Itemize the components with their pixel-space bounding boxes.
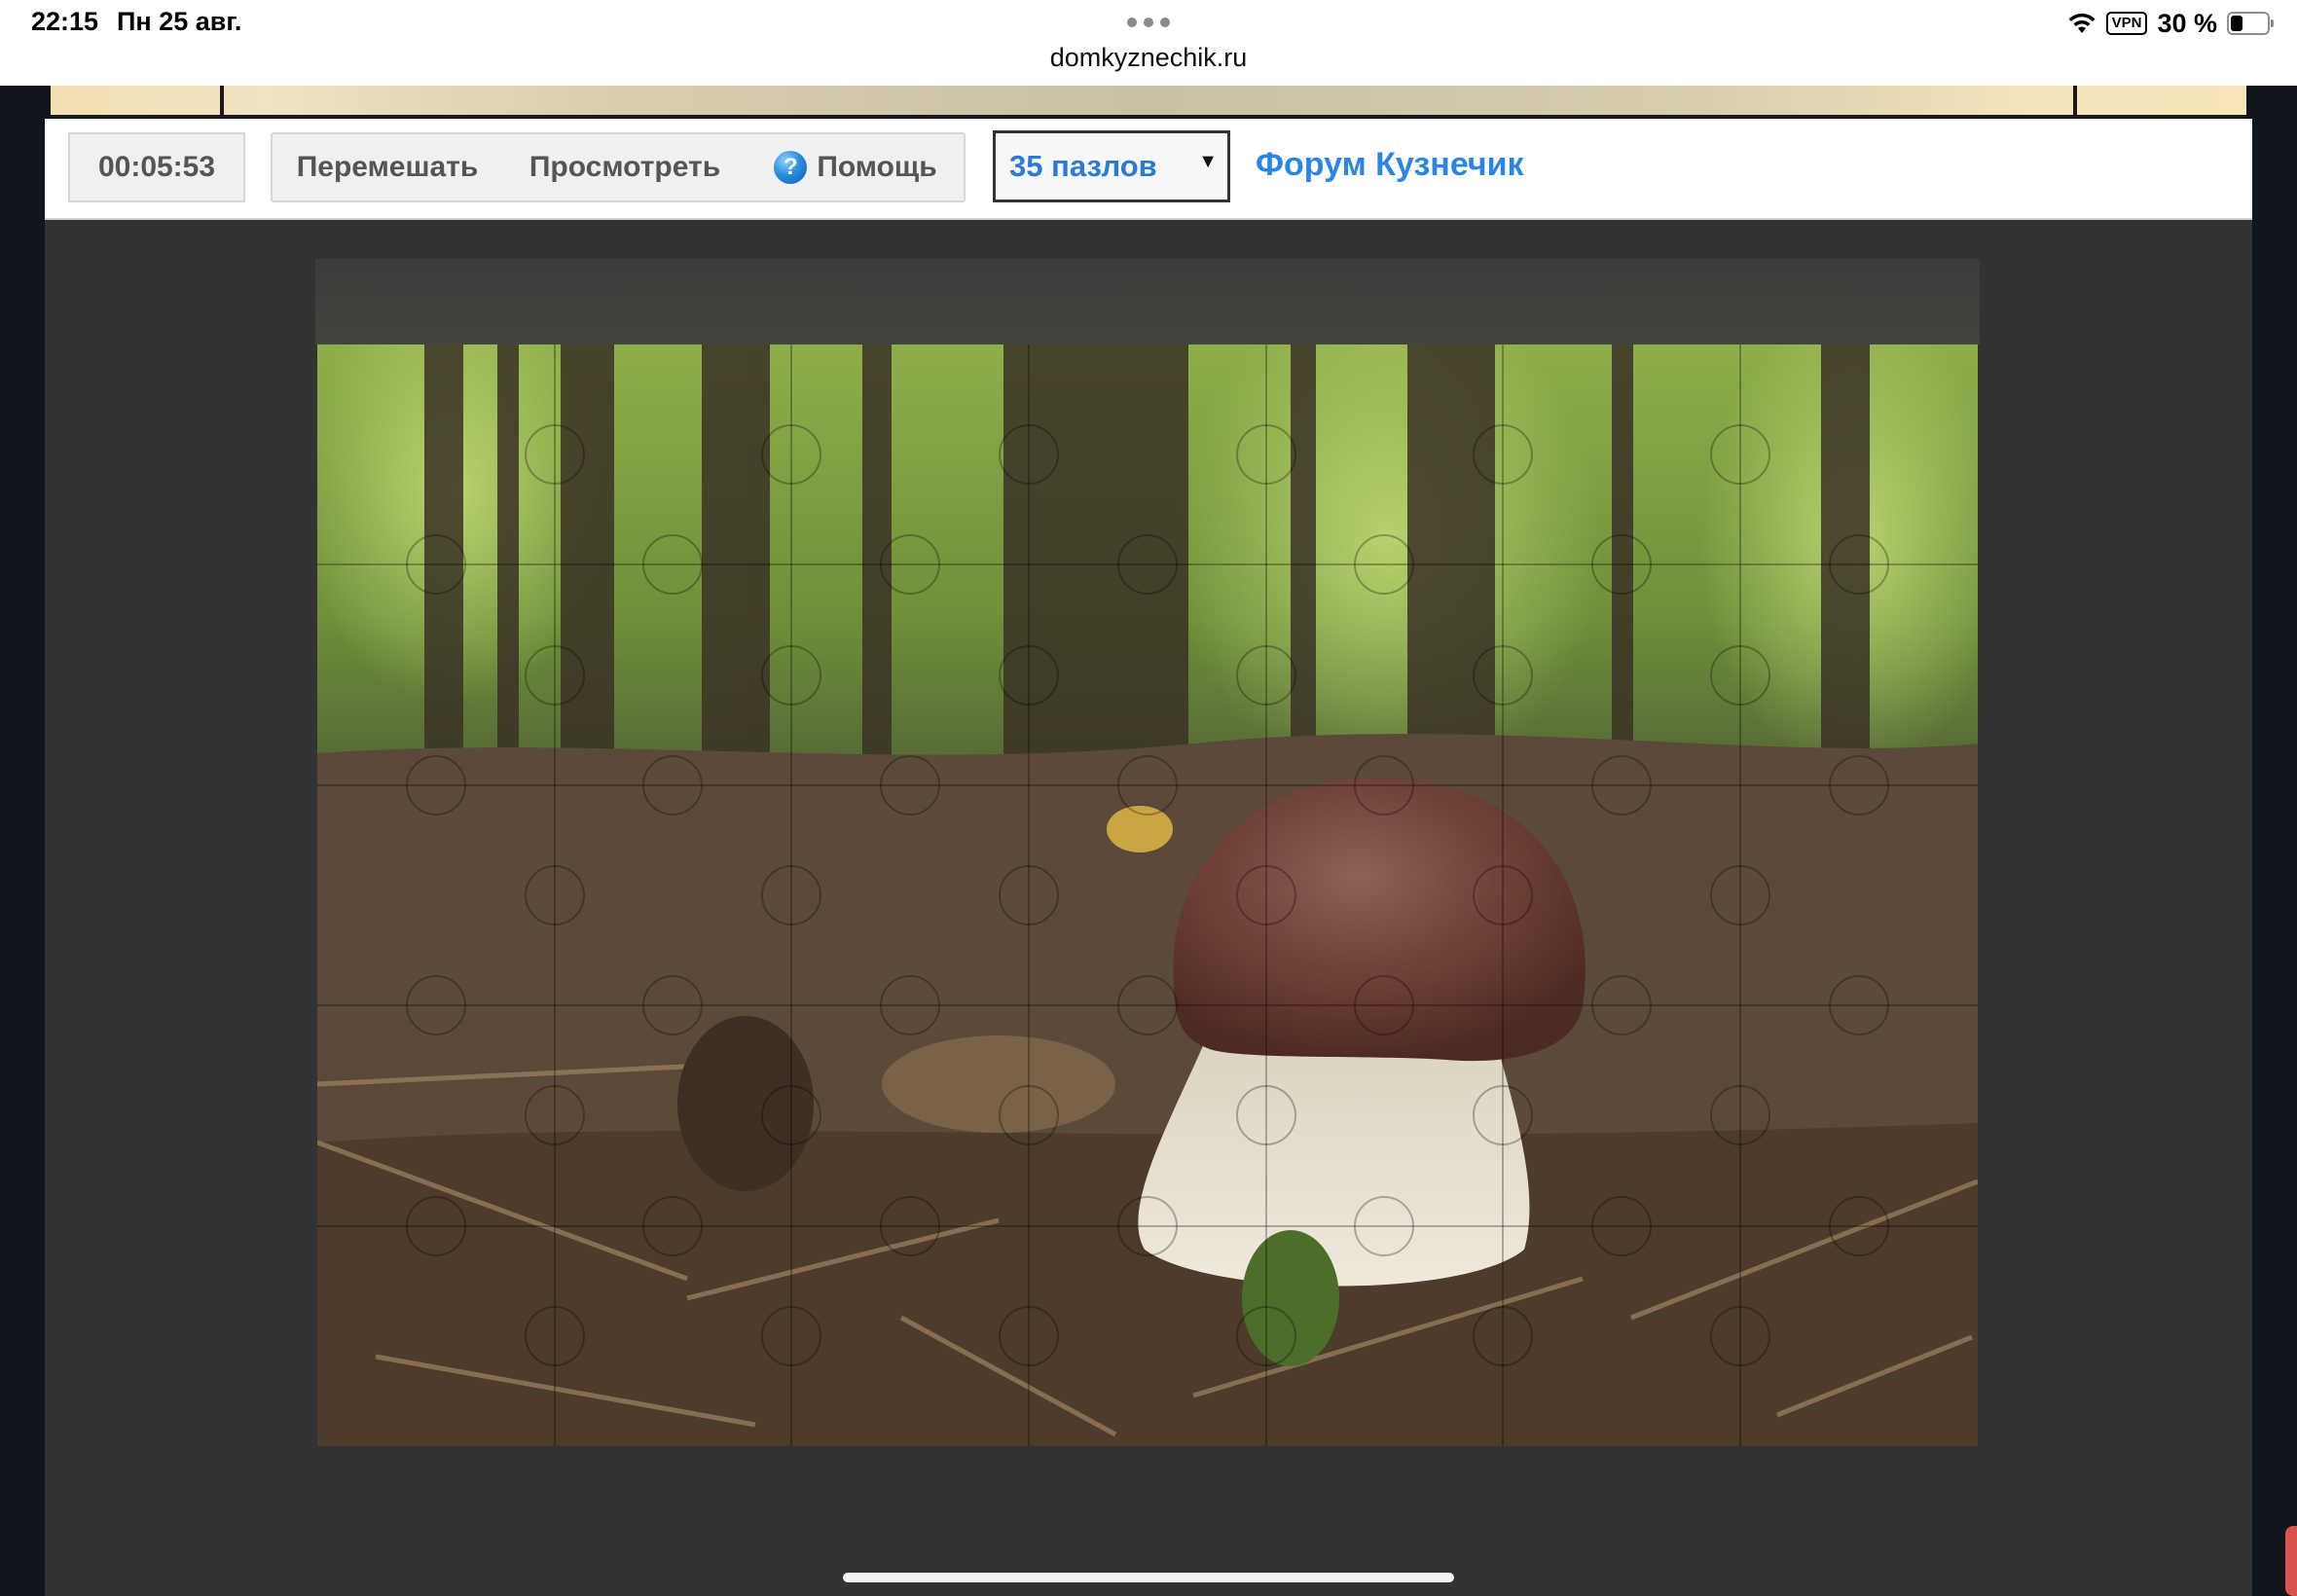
preview-button[interactable]: Просмотреть xyxy=(502,132,749,202)
edge-tab[interactable] xyxy=(2285,1526,2297,1596)
help-button[interactable]: ? Помощь xyxy=(747,132,966,202)
home-indicator[interactable] xyxy=(843,1573,1454,1582)
shuffle-button[interactable]: Перемешать xyxy=(271,132,504,202)
forum-link[interactable]: Форум Кузнечик xyxy=(1256,146,1524,184)
status-bar: 22:15 Пн 25 авг. domkyznechik.ru VPN 30 … xyxy=(0,0,2297,86)
battery-icon xyxy=(2227,12,2274,35)
battery-percentage: 30 % xyxy=(2157,8,2217,38)
status-time: 22:15 xyxy=(31,7,99,36)
dropdown-arrow-icon: ▼ xyxy=(1198,151,1218,172)
address-url[interactable]: domkyznechik.ru xyxy=(0,43,2297,73)
timer-display: 00:05:53 xyxy=(68,132,245,202)
piece-count-value: 35 пазлов xyxy=(1009,149,1157,183)
multitasking-dots-icon[interactable] xyxy=(1127,18,1170,27)
status-indicators: VPN 30 % xyxy=(2067,8,2274,39)
mushroom-forest-image xyxy=(317,345,1978,1446)
puzzle-board xyxy=(45,220,2252,1596)
piece-count-select[interactable]: 35 пазлов ▼ xyxy=(993,130,1230,202)
status-date: Пн 25 авг. xyxy=(117,7,242,36)
help-button-label: Помощь xyxy=(817,151,937,183)
puzzle-image[interactable] xyxy=(317,345,1978,1446)
wifi-icon xyxy=(2068,13,2096,33)
vpn-badge: VPN xyxy=(2105,12,2148,35)
puzzle-frame-top xyxy=(315,259,1980,345)
help-icon: ? xyxy=(774,151,808,184)
puzzle-toolbar: 00:05:53 Перемешать Просмотреть ? Помощь… xyxy=(45,119,2252,220)
site-header-strip xyxy=(51,86,2246,118)
